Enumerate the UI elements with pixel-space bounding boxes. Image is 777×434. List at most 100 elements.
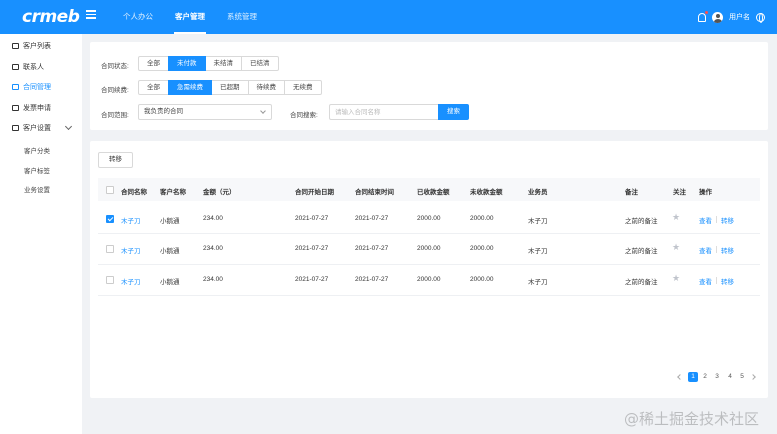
status-option-settled[interactable]: 已结清: [241, 56, 279, 71]
sidebar-item-contacts[interactable]: 联系人: [12, 61, 44, 73]
search-button[interactable]: 搜索: [438, 104, 469, 120]
action-divider: [716, 216, 717, 223]
column-header-contract-name: 合同名称: [121, 189, 147, 196]
unreceived-amount: 2000.00: [470, 215, 494, 222]
language-globe-icon[interactable]: [756, 12, 765, 23]
page-3[interactable]: 3: [713, 372, 721, 382]
transfer-link[interactable]: 转移: [721, 245, 734, 255]
amount: 234.00: [203, 215, 223, 222]
settings-icon: [12, 125, 19, 131]
username[interactable]: 用户名: [729, 12, 750, 22]
contract-renewal-label: 合同续费:: [101, 87, 129, 94]
row-checkbox[interactable]: [106, 276, 114, 284]
row-divider: [98, 264, 760, 265]
page-2[interactable]: 2: [701, 372, 709, 382]
list-icon: [12, 43, 19, 49]
received-amount: 2000.00: [417, 245, 441, 252]
end-date: 2021-07-27: [355, 245, 389, 252]
logo[interactable]: crmeb: [22, 7, 80, 27]
salesman: 木子刀: [528, 218, 548, 225]
nav-personal-office[interactable]: 个人办公: [112, 0, 164, 34]
sidebar-item-contract-management[interactable]: 合同管理: [12, 81, 51, 93]
page-1[interactable]: 1: [688, 372, 698, 382]
nav-system-management[interactable]: 系统管理: [216, 0, 268, 34]
contract-renewal-filter: 全部 急需续费 已超期 待续费 无续费: [138, 80, 322, 95]
star-icon[interactable]: ★: [672, 244, 680, 253]
view-link[interactable]: 查看: [699, 245, 712, 255]
contract-name-link[interactable]: 木子刀: [121, 276, 141, 286]
customer-name: 小鹅通: [160, 218, 180, 225]
contract-search-input[interactable]: [329, 104, 439, 120]
renewal-option-urgent[interactable]: 急需续费: [168, 80, 212, 95]
sidebar-item-label: 合同管理: [23, 84, 51, 91]
status-option-all[interactable]: 全部: [138, 56, 169, 71]
column-header-follow: 关注: [673, 189, 686, 196]
salesman: 木子刀: [528, 279, 548, 286]
amount: 234.00: [203, 276, 223, 283]
status-option-unsettled[interactable]: 未结清: [204, 56, 242, 71]
sidebar-item-invoice-request[interactable]: 发票申请: [12, 102, 51, 114]
column-header-start-date: 合同开始日期: [295, 189, 334, 196]
page-5[interactable]: 5: [738, 372, 746, 382]
sidebar-item-customer-list[interactable]: 客户列表: [12, 40, 51, 52]
start-date: 2021-07-27: [295, 215, 329, 222]
note: 之前的备注: [625, 248, 658, 255]
transfer-button[interactable]: 转移: [98, 152, 133, 168]
row-checkbox[interactable]: [106, 215, 114, 223]
action-divider: [716, 277, 717, 284]
contract-search-label: 合同搜索:: [290, 112, 318, 119]
renewal-option-none[interactable]: 无续费: [284, 80, 322, 95]
end-date: 2021-07-27: [355, 215, 389, 222]
row-divider: [98, 233, 760, 234]
end-date: 2021-07-27: [355, 276, 389, 283]
sidebar: [0, 34, 82, 434]
unreceived-amount: 2000.00: [470, 276, 494, 283]
transfer-link[interactable]: 转移: [721, 276, 734, 286]
notification-bell-icon[interactable]: [698, 10, 708, 22]
page-4[interactable]: 4: [726, 372, 734, 382]
column-header-customer-name: 客户名称: [160, 189, 186, 196]
note: 之前的备注: [625, 218, 658, 225]
contract-status-label: 合同状态:: [101, 63, 129, 70]
renewal-option-pending[interactable]: 待续费: [247, 80, 285, 95]
contract-scope-value: 我负责的合同: [144, 108, 183, 115]
start-date: 2021-07-27: [295, 245, 329, 252]
nav-customer-management[interactable]: 客户管理: [164, 0, 216, 34]
top-bar: crmeb 个人办公 客户管理 系统管理 用户名: [0, 0, 777, 34]
column-header-salesman: 业务员: [528, 189, 548, 196]
contract-name-link[interactable]: 木子刀: [121, 245, 141, 255]
action-divider: [716, 246, 717, 253]
renewal-option-all[interactable]: 全部: [138, 80, 169, 95]
sidebar-subitem-business-settings[interactable]: 业务设置: [24, 184, 50, 194]
header-actions: 用户名: [698, 0, 765, 34]
contract-scope-select[interactable]: 我负责的合同: [138, 104, 272, 120]
contacts-icon: [12, 64, 19, 70]
transfer-link[interactable]: 转移: [721, 215, 734, 225]
customer-name: 小鹅通: [160, 279, 180, 286]
menu-toggle-icon[interactable]: [86, 10, 96, 19]
contract-name-link[interactable]: 木子刀: [121, 215, 141, 225]
row-checkbox[interactable]: [106, 245, 114, 253]
received-amount: 2000.00: [417, 276, 441, 283]
sidebar-subitem-customer-category[interactable]: 客户分类: [24, 145, 50, 155]
renewal-option-overdue[interactable]: 已超期: [211, 80, 249, 95]
contract-scope-label: 合同范围:: [101, 112, 129, 119]
sidebar-item-label: 联系人: [23, 64, 44, 71]
select-all-checkbox[interactable]: [106, 186, 114, 194]
sidebar-item-label: 客户列表: [23, 43, 51, 50]
contract-status-filter: 全部 未付款 未结清 已结清: [138, 56, 279, 71]
star-icon[interactable]: ★: [672, 214, 680, 223]
chevron-down-icon: [260, 108, 266, 114]
column-header-unreceived: 未收款金额: [470, 189, 503, 196]
sidebar-item-label: 发票申请: [23, 105, 51, 112]
star-icon[interactable]: ★: [672, 275, 680, 284]
avatar[interactable]: [712, 11, 723, 23]
view-link[interactable]: 查看: [699, 276, 712, 286]
sidebar-subitem-customer-tags[interactable]: 客户标签: [24, 165, 50, 175]
column-header-end-date: 合同结束时间: [355, 189, 394, 196]
view-link[interactable]: 查看: [699, 215, 712, 225]
amount: 234.00: [203, 245, 223, 252]
status-option-unpaid[interactable]: 未付款: [168, 56, 206, 71]
sidebar-item-customer-settings[interactable]: 客户设置: [12, 122, 51, 134]
column-header-actions: 操作: [699, 189, 712, 196]
